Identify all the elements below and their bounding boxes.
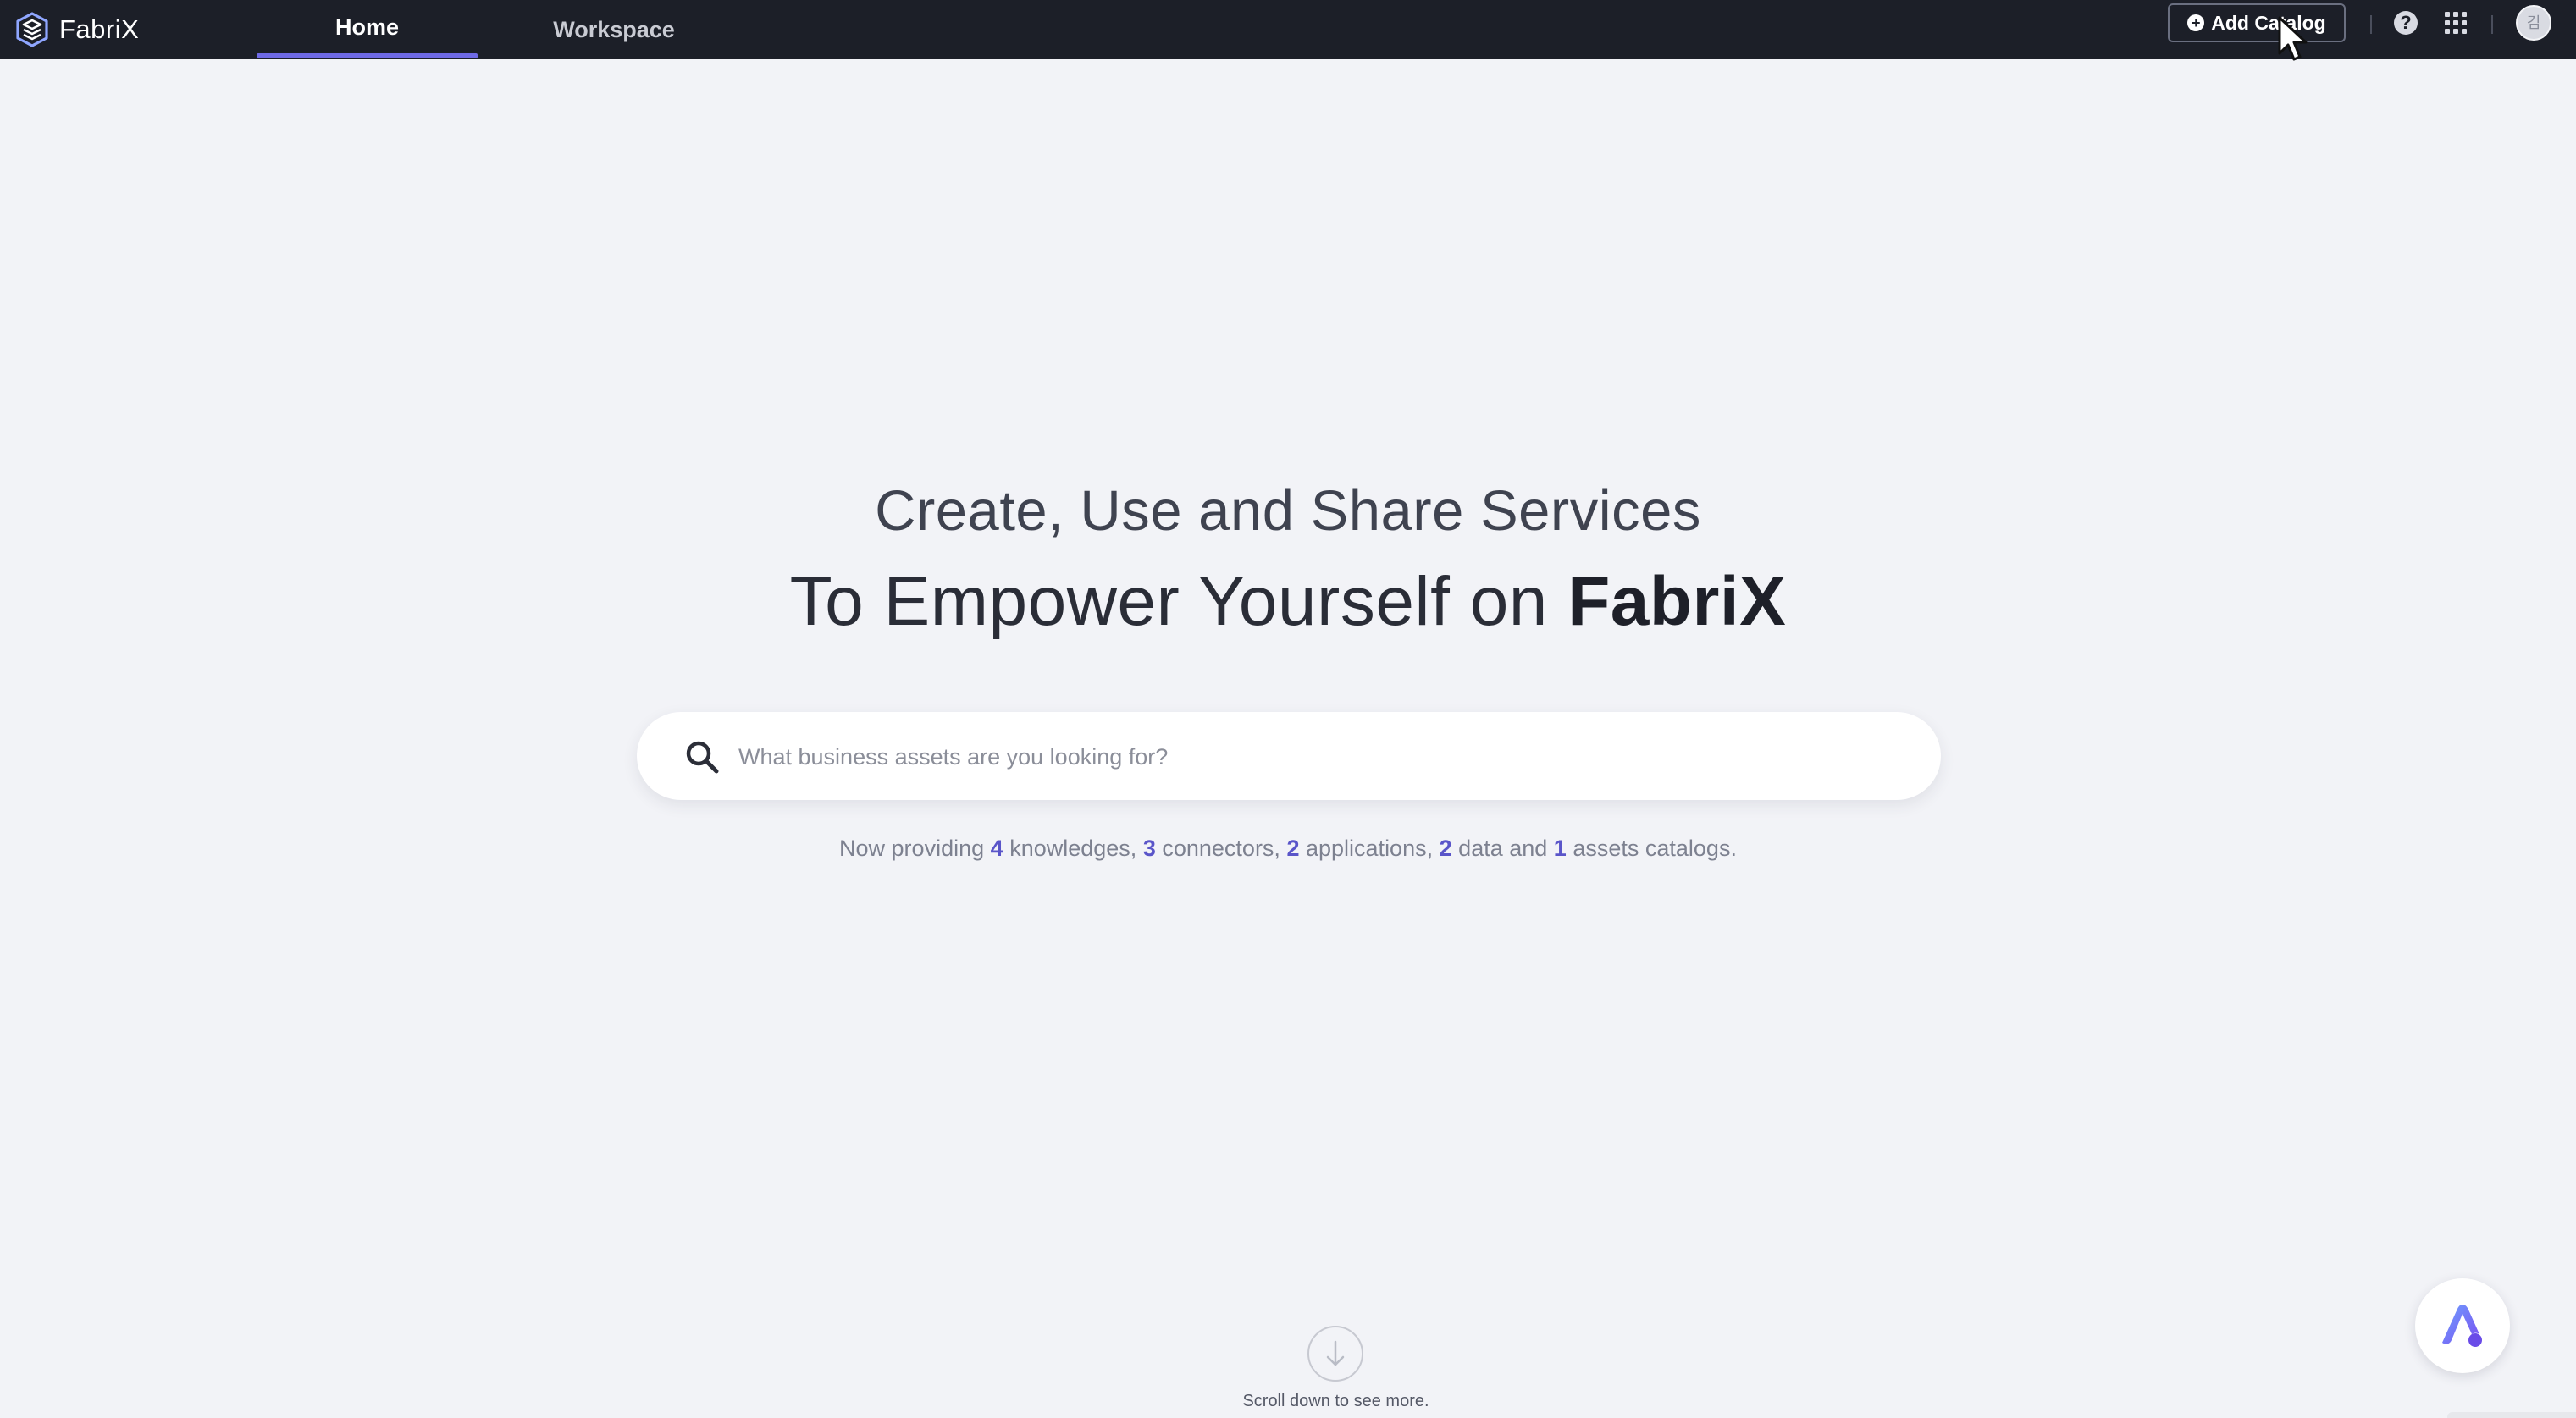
hero-title-prefix: To Empower Yourself on xyxy=(789,563,1568,640)
stats-prefix: Now providing xyxy=(839,836,985,861)
header-divider xyxy=(2491,15,2493,34)
tab-home[interactable]: Home xyxy=(257,0,478,57)
plus-circle-icon: + xyxy=(2187,14,2205,31)
data-label: data and xyxy=(1458,836,1548,861)
header-divider xyxy=(2370,15,2372,34)
catalog-stats: Now providing 4 knowledges, 3 connectors… xyxy=(0,836,2576,862)
scroll-down-button[interactable] xyxy=(1307,1326,1363,1382)
active-tab-indicator xyxy=(257,53,478,58)
tab-workspace[interactable]: Workspace xyxy=(533,0,694,59)
applications-count: 2 xyxy=(1286,836,1300,861)
user-avatar[interactable]: 김 xyxy=(2516,5,2551,41)
connectors-count: 3 xyxy=(1142,836,1156,861)
top-navigation-bar: FabriX Home Workspace + Add Catalog ? 김 xyxy=(0,0,2576,61)
hero-title: To Empower Yourself on FabriX xyxy=(0,562,2576,642)
assets-label: assets catalogs. xyxy=(1573,836,1737,861)
help-icon[interactable]: ? xyxy=(2394,11,2418,35)
fabrix-logo[interactable]: FabriX xyxy=(14,8,139,51)
fabrix-logo-icon xyxy=(16,12,48,47)
data-count: 2 xyxy=(1439,836,1452,861)
hero-subtitle: Create, Use and Share Services xyxy=(875,479,1701,543)
app-grid-icon[interactable] xyxy=(2445,12,2467,34)
mouse-cursor-icon xyxy=(2278,16,2308,61)
applications-label: applications, xyxy=(1306,836,1434,861)
hero-title-brand: FabriX xyxy=(1567,563,1787,640)
search-icon xyxy=(686,741,719,774)
brand-name: FabriX xyxy=(59,14,140,44)
arrow-down-icon xyxy=(1326,1340,1345,1366)
scroll-hint: Scroll down to see more. xyxy=(1242,1392,1429,1410)
assistant-logo-icon xyxy=(2442,1305,2482,1347)
search-input[interactable] xyxy=(737,734,1892,780)
assistant-launcher-button[interactable] xyxy=(2415,1278,2510,1373)
knowledges-label: knowledges, xyxy=(1009,836,1137,861)
window-corner-hint xyxy=(2447,1412,2576,1418)
add-catalog-button[interactable]: + Add Catalog xyxy=(2168,3,2346,42)
connectors-label: connectors, xyxy=(1162,836,1280,861)
assets-count: 1 xyxy=(1553,836,1567,861)
knowledges-count: 4 xyxy=(990,836,1003,861)
search-bar[interactable] xyxy=(637,712,1941,800)
